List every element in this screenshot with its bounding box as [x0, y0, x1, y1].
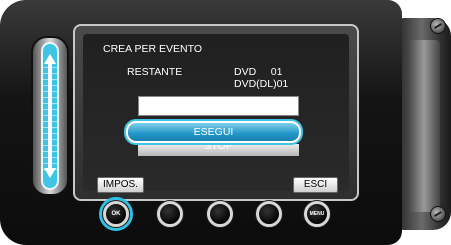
arrow-up-icon	[44, 54, 56, 64]
settings-button[interactable]: IMPOS.	[97, 177, 144, 193]
touch-slider[interactable]	[31, 36, 69, 196]
remaining-label: RESTANTE	[127, 66, 183, 78]
menu-label: MENU	[309, 211, 325, 217]
execute-button[interactable]: ESEGUI	[126, 121, 301, 143]
slider-shaft	[48, 64, 52, 168]
stop-button[interactable]: STOP	[138, 144, 299, 156]
screen-title: CREA PER EVENTO	[103, 43, 203, 55]
operation-button-2[interactable]	[157, 201, 183, 227]
screw-icon	[430, 18, 446, 34]
operation-button-3[interactable]	[207, 201, 233, 227]
dvd-dl-count: DVD(DL)01	[234, 78, 289, 90]
screw-icon	[430, 206, 446, 222]
exit-button[interactable]: ESCI	[293, 177, 338, 193]
operation-button-4[interactable]	[256, 201, 282, 227]
menu-button[interactable]: MENU	[304, 201, 330, 227]
slider-sensor[interactable]	[41, 42, 59, 190]
dvd-count: DVD 01	[234, 66, 283, 78]
arrow-down-icon	[44, 168, 56, 178]
camera-hinge-panel	[408, 40, 440, 212]
progress-bar	[138, 96, 299, 116]
ok-label: OK	[111, 211, 121, 217]
ok-button[interactable]: OK	[103, 201, 129, 227]
